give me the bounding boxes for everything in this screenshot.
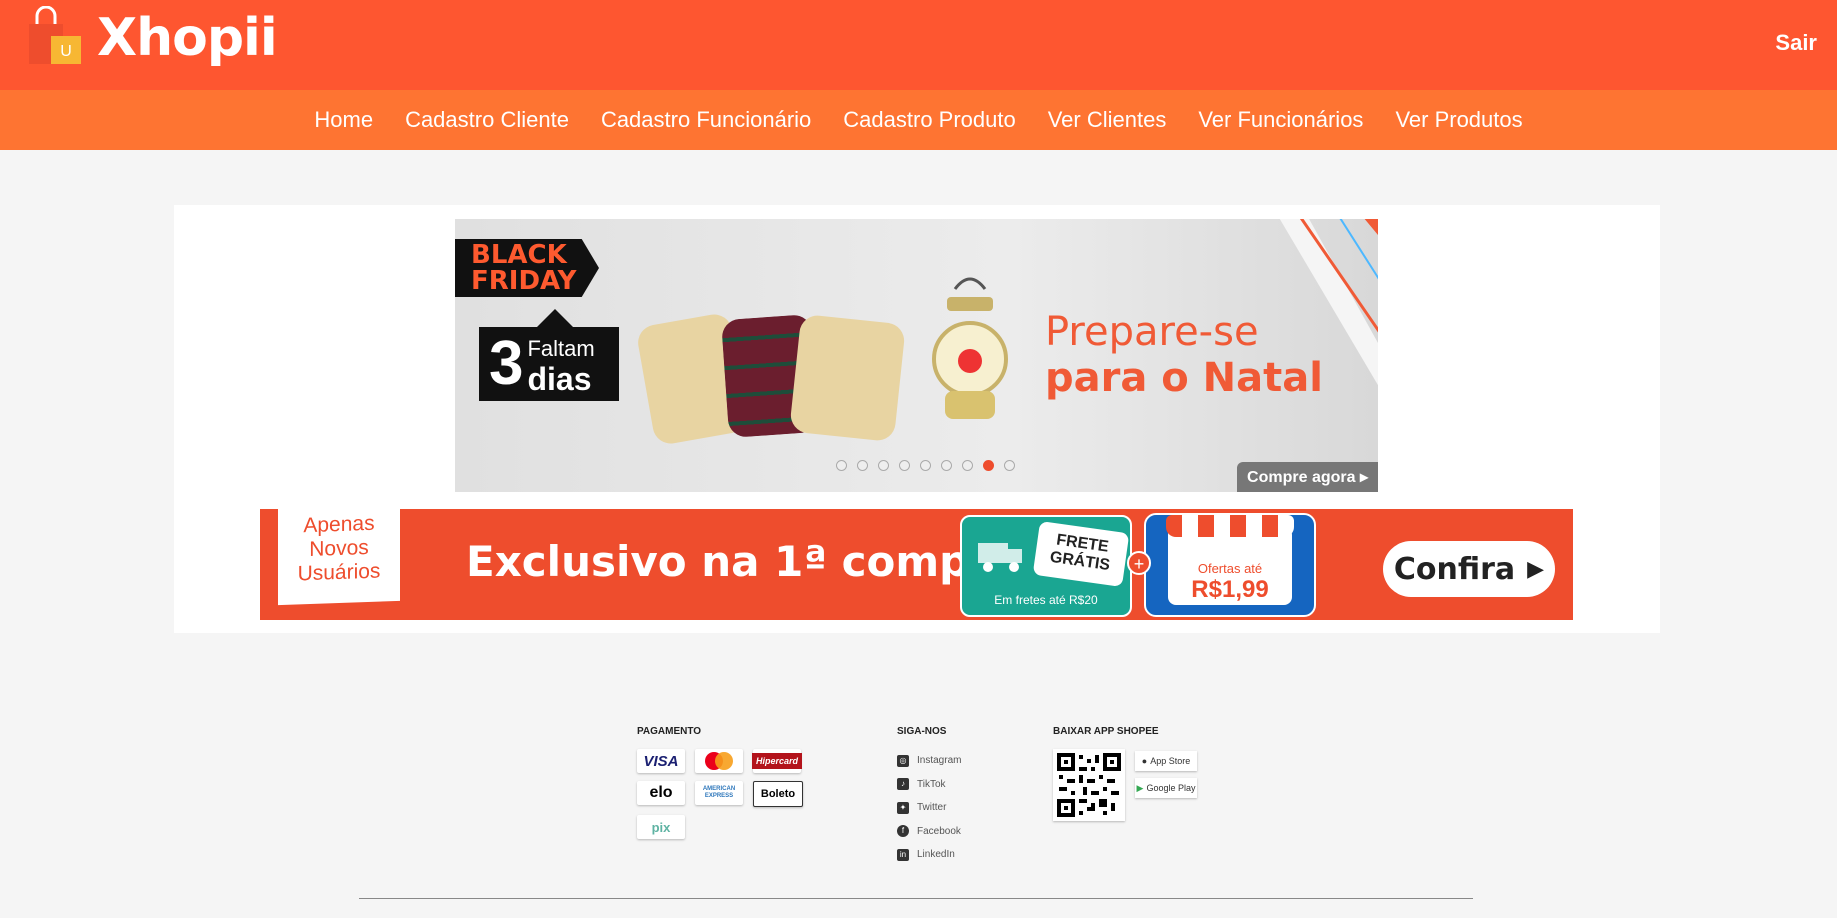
visa-logo: VISA [637, 749, 685, 773]
app-store-button[interactable]: ● App Store [1135, 751, 1197, 771]
mastercard-icon [705, 752, 733, 770]
social-linkedin[interactable]: in LinkedIn [897, 843, 961, 867]
mastercard-logo [695, 749, 743, 773]
carousel-dot[interactable] [836, 460, 847, 471]
carousel-dot[interactable] [920, 460, 931, 471]
facebook-icon: f [897, 825, 909, 838]
play-store-icon: ▶ [1136, 782, 1144, 793]
free-shipping-subtitle: Em fretes até R$20 [994, 593, 1098, 607]
footer-divider [359, 898, 1473, 899]
offers-price: R$1,99 [1191, 576, 1269, 603]
offers-label: Ofertas até [1197, 561, 1263, 576]
social-label: TikTok [917, 778, 946, 790]
offers-card: Ofertas até R$1,99 [1144, 513, 1316, 617]
hipercard-text: Hipercard [751, 753, 803, 769]
offers-store: Ofertas até R$1,99 [1168, 527, 1292, 605]
social-label: Facebook [917, 825, 961, 837]
countdown-box: 3 Faltam dias [479, 309, 619, 401]
carousel-dot[interactable] [878, 460, 889, 471]
free-shipping-card: FRETE GRÁTIS Em fretes até R$20 [960, 515, 1132, 617]
carousel-dot[interactable] [941, 460, 952, 471]
boleto-logo: Boleto [753, 781, 803, 807]
carousel-indicators [831, 460, 1020, 471]
apple-icon: ● [1141, 756, 1148, 766]
confira-button[interactable]: Confira ▶ [1383, 541, 1555, 597]
decorative-stripes [1279, 219, 1378, 386]
free-shipping-label: FRETE GRÁTIS [1032, 521, 1130, 587]
google-play-button[interactable]: ▶ Google Play [1135, 778, 1197, 798]
headline-line-1: Prepare-se [1045, 309, 1259, 355]
brand-logo[interactable]: U Xhopii [27, 6, 278, 70]
store-label: App Store [1150, 756, 1191, 766]
social-instagram[interactable]: ◎ Instagram [897, 749, 961, 773]
amex-logo: AMERICAN EXPRESS [695, 781, 743, 805]
lantern-image [932, 277, 1008, 419]
social-facebook[interactable]: f Facebook [897, 820, 961, 844]
countdown-number: 3 [489, 329, 524, 398]
nav-ver-funcionarios[interactable]: Ver Funcionários [1198, 107, 1363, 133]
social-twitter[interactable]: ✦ Twitter [897, 796, 961, 820]
payment-title: PAGAMENTO [637, 726, 702, 737]
social-label: Instagram [917, 755, 962, 767]
store-label: Google Play [1146, 783, 1196, 793]
qr-code [1053, 749, 1125, 821]
hero-carousel[interactable]: BLACK FRIDAY 3 Faltam dias Prepare-se pa… [455, 219, 1378, 492]
carousel-dot-active[interactable] [983, 460, 994, 471]
main-nav: Home Cadastro Cliente Cadastro Funcionár… [0, 90, 1837, 150]
tag-line-1: BLACK [471, 240, 567, 270]
social-title: SIGA-NOS [897, 726, 947, 737]
tag-line-2: FRIDAY [471, 266, 577, 296]
twitter-icon: ✦ [897, 801, 909, 814]
app-title: BAIXAR APP SHOPEE [1053, 726, 1159, 737]
logo-letter: U [60, 43, 72, 60]
carousel-dot[interactable] [1004, 460, 1015, 471]
nav-home[interactable]: Home [314, 107, 373, 133]
footer-social: SIGA-NOS ◎ Instagram ♪ TikTok ✦ Twitter f Fa… [897, 726, 961, 867]
countdown-label-top: Faltam [527, 336, 595, 361]
badge-line-3: Usuários [297, 559, 381, 586]
store-awning [1166, 515, 1294, 537]
pillow-image [789, 313, 906, 443]
pix-logo: pix [637, 815, 685, 839]
promo-headline: Exclusivo na 1ª compra [466, 537, 1019, 586]
elo-logo: elo [637, 781, 685, 805]
black-friday-tag: BLACK FRIDAY [455, 239, 599, 297]
tiktok-icon: ♪ [897, 778, 909, 791]
instagram-icon: ◎ [897, 754, 909, 767]
logout-link[interactable]: Sair [1775, 30, 1817, 56]
promo-banner[interactable]: Apenas Novos Usuários Exclusivo na 1ª co… [260, 509, 1573, 620]
top-header: U Xhopii Sair [0, 0, 1837, 90]
social-label: LinkedIn [917, 849, 955, 861]
carousel-dot[interactable] [962, 460, 973, 471]
shopping-bag-icon: U [29, 6, 81, 64]
nav-cadastro-funcionario[interactable]: Cadastro Funcionário [601, 107, 811, 133]
confira-label: Confira [1393, 551, 1516, 587]
new-users-badge: Apenas Novos Usuários [278, 509, 400, 606]
nav-ver-clientes[interactable]: Ver Clientes [1048, 107, 1167, 133]
nav-ver-produtos[interactable]: Ver Produtos [1395, 107, 1522, 133]
compre-agora-button[interactable]: Compre agora ▸ [1237, 462, 1378, 492]
hipercard-logo: Hipercard [751, 749, 803, 773]
carousel-dot[interactable] [899, 460, 910, 471]
footer-payment: PAGAMENTO VISA Hipercard elo AMERICAN EX… [637, 726, 803, 839]
countdown-label-bottom: dias [527, 361, 592, 397]
nav-cadastro-produto[interactable]: Cadastro Produto [843, 107, 1015, 133]
carousel-dot[interactable] [857, 460, 868, 471]
social-tiktok[interactable]: ♪ TikTok [897, 773, 961, 797]
social-label: Twitter [917, 802, 947, 814]
nav-cadastro-cliente[interactable]: Cadastro Cliente [405, 107, 569, 133]
truck-icon [978, 543, 1022, 572]
plus-icon: + [1127, 551, 1151, 575]
qr-code-image [1057, 753, 1121, 817]
footer-app: BAIXAR APP SHOPEE ● App Store ▶ Google P… [1053, 726, 1197, 821]
brand-name: Xhopii [97, 8, 278, 68]
linkedin-icon: in [897, 848, 909, 861]
play-arrow-icon: ▶ [1527, 556, 1545, 582]
